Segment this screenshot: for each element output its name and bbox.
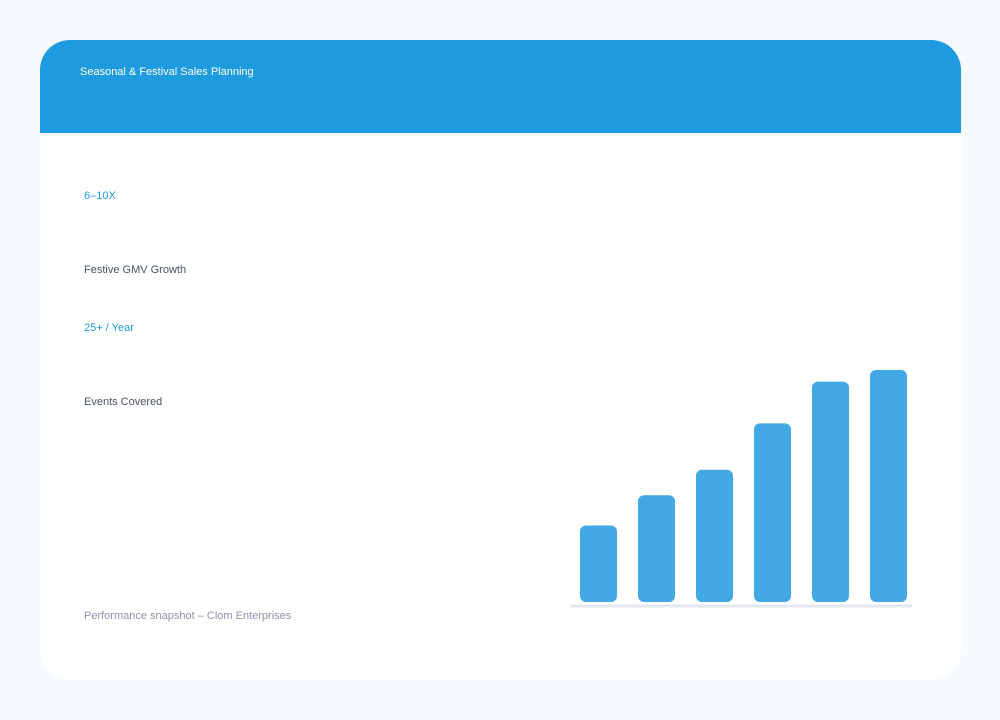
- stat-label-gmv: Festive GMV Growth: [84, 264, 187, 276]
- header-banner: Seasonal & Festival Sales Planning: [40, 40, 961, 133]
- footer-note: Performance snapshot – Clom Enterprises: [84, 610, 292, 622]
- stat-value-events: 25+ / Year: [84, 322, 134, 334]
- chart-bar-2: [638, 495, 675, 602]
- page-title: Seasonal & Festival Sales Planning: [80, 66, 254, 78]
- chart-bar-6: [870, 370, 907, 602]
- stat-label-events: Events Covered: [84, 396, 163, 408]
- bar-chart: [570, 370, 912, 608]
- stat-value-gmv: 6–10X: [84, 190, 116, 202]
- chart-bar-5: [812, 381, 849, 602]
- chart-bar-1: [580, 525, 617, 602]
- chart-bar-4: [754, 423, 791, 602]
- chart-bar-3: [696, 469, 733, 602]
- main-card: Seasonal & Festival Sales Planning 6–10X…: [40, 40, 961, 680]
